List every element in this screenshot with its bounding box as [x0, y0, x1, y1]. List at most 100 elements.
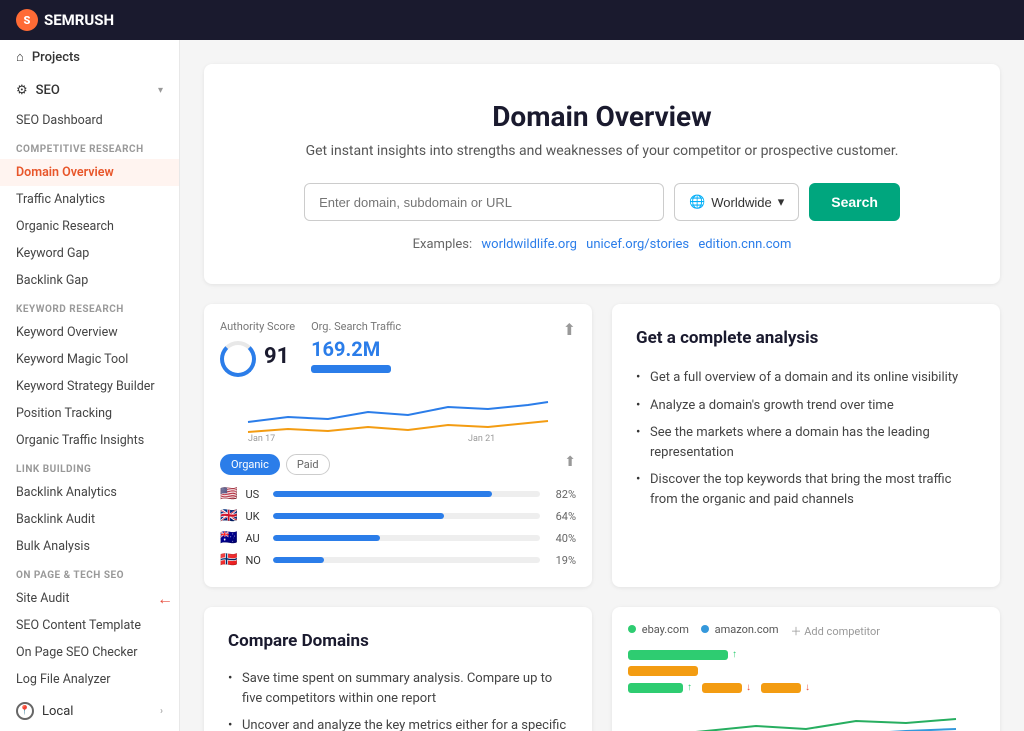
- domain-search-input[interactable]: [304, 183, 664, 221]
- country-row-us: 🇺🇸 US 82%: [220, 483, 576, 505]
- analysis-bullet-1: Get a full overview of a domain and its …: [636, 364, 976, 392]
- arrow-up-icon-2: ↑: [687, 682, 692, 693]
- sidebar-item-seo-content-template[interactable]: SEO Content Template: [0, 612, 179, 639]
- us-pct: 82%: [548, 488, 576, 501]
- sidebar-item-position-tracking[interactable]: Position Tracking: [0, 400, 179, 427]
- main-content: Domain Overview Get instant insights int…: [180, 40, 1024, 731]
- example-link-2[interactable]: unicef.org/stories: [586, 237, 689, 252]
- us-flag-icon: 🇺🇸: [220, 486, 237, 502]
- example-link-3[interactable]: edition.cnn.com: [698, 237, 791, 252]
- country-row-uk: 🇬🇧 UK 64%: [220, 505, 576, 527]
- comp-legend: ebay.com amazon.com ＋ Add competitor: [628, 623, 984, 639]
- sidebar-item-local[interactable]: 📍 Local ›: [0, 693, 179, 729]
- sidebar: ⌂ Projects ⚙ SEO ▾ SEO Dashboard COMPETI…: [0, 40, 180, 731]
- globe-icon: 🌐: [689, 194, 705, 210]
- logo: S SEMRUSH: [16, 9, 114, 31]
- analysis-bullet-2: Analyze a domain's growth trend over tim…: [636, 392, 976, 420]
- sidebar-item-organic-traffic-insights[interactable]: Organic Traffic Insights: [0, 427, 179, 454]
- sidebar-item-bulk-analysis[interactable]: Bulk Analysis: [0, 533, 179, 560]
- analysis-bullet-3: See the markets where a domain has the l…: [636, 419, 976, 466]
- gear-icon: ⚙: [16, 83, 28, 98]
- section-label-keyword: KEYWORD RESEARCH: [0, 294, 179, 319]
- examples-row: Examples: worldwildlife.org unicef.org/s…: [244, 237, 960, 252]
- comp-bar-3c: [761, 683, 801, 693]
- sidebar-item-keyword-gap[interactable]: Keyword Gap: [0, 240, 179, 267]
- add-competitor-btn[interactable]: ＋ Add competitor: [791, 623, 881, 639]
- top-navigation: S SEMRUSH: [0, 0, 1024, 40]
- export-icon: ⬆: [563, 320, 576, 339]
- export-icon-wrapper[interactable]: ⬆: [563, 320, 576, 377]
- no-pct: 19%: [548, 554, 576, 567]
- country-row-no: 🇳🇴 NO 19%: [220, 549, 576, 571]
- comp-bar-row-3: ↑ ↓ ↓: [628, 682, 984, 693]
- mini-line-chart: Jan 17 Jan 21: [220, 387, 576, 446]
- us-bar-fill: [273, 491, 492, 497]
- arrow-down-icon-2: ↓: [805, 682, 810, 693]
- chevron-down-icon: ▾: [158, 85, 163, 96]
- au-pct: 40%: [548, 532, 576, 545]
- search-button[interactable]: Search: [809, 183, 900, 221]
- chevron-right-icon: ›: [160, 706, 163, 717]
- country-row-au: 🇦🇺 AU 40%: [220, 527, 576, 549]
- sidebar-item-keyword-overview[interactable]: Keyword Overview: [0, 319, 179, 346]
- sidebar-item-on-page-seo-checker[interactable]: On Page SEO Checker: [0, 639, 179, 666]
- authority-score-metric: Authority Score 91: [220, 320, 295, 377]
- sidebar-item-traffic-analytics[interactable]: Traffic Analytics: [0, 186, 179, 213]
- authority-score-value: 91: [264, 344, 289, 370]
- au-bar-track: [273, 535, 540, 541]
- sidebar-item-projects[interactable]: ⌂ Projects: [0, 40, 179, 74]
- sidebar-item-backlink-audit[interactable]: Backlink Audit: [0, 506, 179, 533]
- comp-bar-2a: [628, 666, 698, 676]
- sidebar-item-backlink-analytics[interactable]: Backlink Analytics: [0, 479, 179, 506]
- tab-paid[interactable]: Paid: [286, 454, 330, 475]
- comp-bar-1a: [628, 650, 728, 660]
- comp-bar-3b: [702, 683, 742, 693]
- no-flag-icon: 🇳🇴: [220, 552, 237, 568]
- uk-flag-icon: 🇬🇧: [220, 508, 237, 524]
- sidebar-item-organic-research[interactable]: Organic Research: [0, 213, 179, 240]
- section-label-competitive: COMPETITIVE RESEARCH: [0, 134, 179, 159]
- red-arrow-icon: ←: [157, 589, 173, 609]
- arrow-up-icon-1: ↑: [732, 649, 737, 660]
- two-col-section-1: Authority Score 91 Org. Search Traffic 1…: [204, 304, 1000, 587]
- home-icon: ⌂: [16, 49, 24, 65]
- example-link-1[interactable]: worldwildlife.org: [481, 237, 577, 252]
- analysis-bullet-4: Discover the top keywords that bring the…: [636, 466, 976, 513]
- examples-label: Examples:: [413, 237, 473, 252]
- au-code: AU: [245, 532, 265, 545]
- sidebar-item-domain-overview[interactable]: Domain Overview: [0, 159, 179, 186]
- logo-text: SEMRUSH: [44, 11, 114, 29]
- two-col-section-2: Compare Domains Save time spent on summa…: [204, 607, 1000, 731]
- sidebar-item-seo-dashboard[interactable]: SEO Dashboard: [0, 107, 179, 134]
- search-row: 🌐 Worldwide ▾ Search: [244, 183, 960, 221]
- sidebar-item-seo[interactable]: ⚙ SEO ▾: [0, 74, 179, 107]
- seo-label: SEO: [36, 83, 60, 98]
- comp-bars: ↑ ↑ ↓ ↓: [628, 649, 984, 693]
- sidebar-item-keyword-magic-tool[interactable]: Keyword Magic Tool: [0, 346, 179, 373]
- uk-bar-track: [273, 513, 540, 519]
- sidebar-item-backlink-gap[interactable]: Backlink Gap: [0, 267, 179, 294]
- chart-preview-card: Authority Score 91 Org. Search Traffic 1…: [204, 304, 592, 587]
- sidebar-item-site-audit[interactable]: Site Audit ←: [0, 585, 179, 612]
- svg-text:Jan 21: Jan 21: [468, 434, 495, 444]
- compare-list: Save time spent on summary analysis. Com…: [228, 665, 568, 731]
- org-traffic-metric: Org. Search Traffic 169.2M: [311, 320, 401, 377]
- projects-label: Projects: [32, 50, 80, 65]
- comp-bar-row-1: ↑: [628, 649, 984, 660]
- plus-icon: ＋: [791, 625, 802, 638]
- comp-bar-3a: [628, 683, 683, 693]
- sidebar-item-log-file-analyzer[interactable]: Log File Analyzer: [0, 666, 179, 693]
- sidebar-item-keyword-strategy-builder[interactable]: Keyword Strategy Builder: [0, 373, 179, 400]
- worldwide-button[interactable]: 🌐 Worldwide ▾: [674, 183, 799, 221]
- dropdown-arrow-icon: ▾: [778, 194, 785, 210]
- tab-organic[interactable]: Organic: [220, 454, 280, 475]
- page-subtitle: Get instant insights into strengths and …: [244, 143, 960, 159]
- au-flag-icon: 🇦🇺: [220, 530, 237, 546]
- upload-icon[interactable]: ⬆: [564, 454, 576, 475]
- org-traffic-value: 169.2M: [311, 337, 401, 361]
- worldwide-label: Worldwide: [711, 195, 771, 210]
- section-label-onpage: ON PAGE & TECH SEO: [0, 560, 179, 585]
- local-icon: 📍: [16, 702, 34, 720]
- uk-code: UK: [245, 510, 265, 523]
- amazon-legend: amazon.com: [701, 623, 779, 639]
